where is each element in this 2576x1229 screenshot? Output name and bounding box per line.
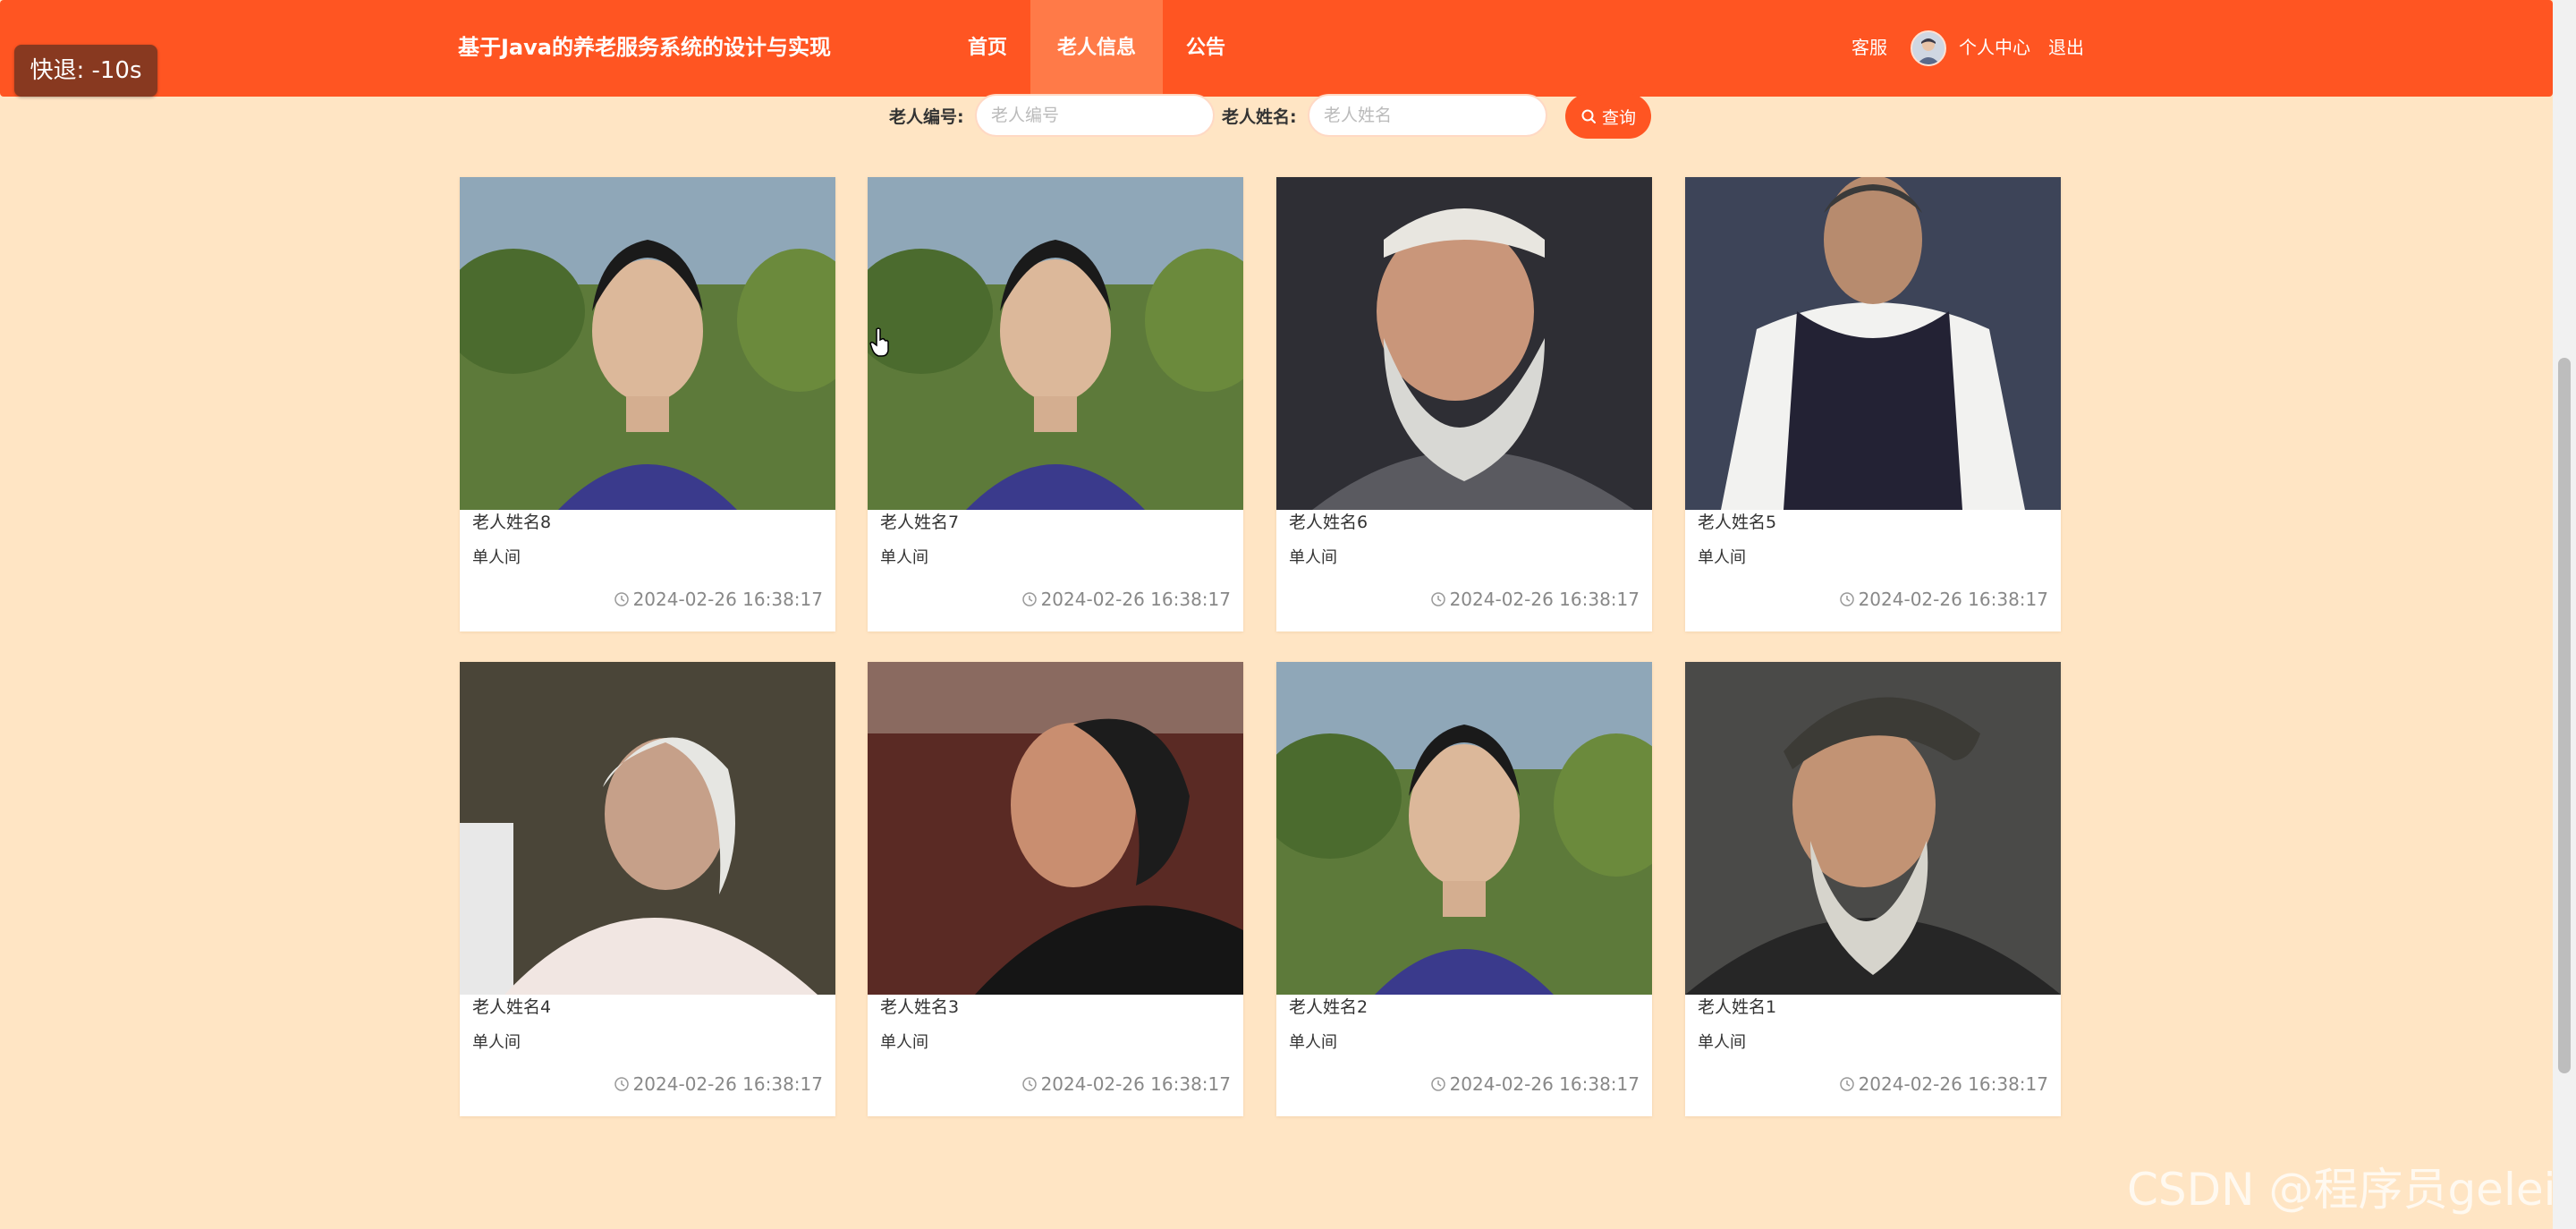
elder-photo-image [1276,662,1652,995]
elder-id-input[interactable] [975,94,1215,137]
vertical-scrollbar[interactable] [2553,0,2576,1229]
clock-icon [614,1077,629,1091]
elder-card[interactable]: 老人姓名1 单人间 2024-02-26 16:38:17 [1685,662,2061,1116]
user-avatar-icon [1912,32,1945,64]
publish-time: 2024-02-26 16:38:17 [1430,589,1640,610]
room-type: 单人间 [880,548,928,567]
publish-time-text: 2024-02-26 16:38:17 [1040,1073,1231,1095]
room-type: 单人间 [472,1033,521,1052]
publish-time-text: 2024-02-26 16:38:17 [1858,1073,2048,1095]
elder-photo-image [1685,662,2061,995]
elder-photo[interactable] [460,662,835,995]
nav-notice[interactable]: 公告 [1179,0,1233,97]
elder-card[interactable]: 老人姓名4 单人间 2024-02-26 16:38:17 [460,662,835,1116]
elder-name: 老人姓名3 [880,997,960,1017]
publish-time: 2024-02-26 16:38:17 [1839,589,2048,610]
elder-name: 老人姓名6 [1289,513,1368,532]
publish-time: 2024-02-26 16:38:17 [614,1073,823,1095]
elder-photo[interactable] [1685,177,2061,510]
elder-name: 老人姓名1 [1698,997,1777,1017]
room-type: 单人间 [472,548,521,567]
elder-name-input[interactable] [1308,94,1547,137]
elder-photo-image [460,662,835,995]
hand-cursor-icon [869,327,889,357]
room-type: 单人间 [1698,1033,1746,1052]
clock-icon [1021,1077,1037,1091]
personal-center-link[interactable]: 个人中心 [1959,32,2030,63]
elder-card[interactable]: 老人姓名3 单人间 2024-02-26 16:38:17 [868,662,1243,1116]
publish-time-text: 2024-02-26 16:38:17 [1040,589,1231,610]
elder-card[interactable]: 老人姓名7 单人间 2024-02-26 16:38:17 [868,177,1243,631]
search-button[interactable]: 查询 [1565,94,1651,139]
site-title[interactable]: 基于Java的养老服务系统的设计与实现 [458,32,831,63]
elder-photo[interactable] [1276,177,1652,510]
elder-name: 老人姓名4 [472,997,552,1017]
elder-photo[interactable] [1276,662,1652,995]
rewind-indicator: 快退: -10s [14,45,157,97]
publish-time: 2024-02-26 16:38:17 [1021,1073,1231,1095]
elder-photo-image [460,177,835,510]
elder-name: 老人姓名8 [472,513,552,532]
publish-time: 2024-02-26 16:38:17 [1839,1073,2048,1095]
scrollbar-thumb[interactable] [2558,358,2571,1073]
clock-icon [614,592,629,606]
elder-name: 老人姓名7 [880,513,960,532]
elder-card[interactable]: 老人姓名8 单人间 2024-02-26 16:38:17 [460,177,835,631]
elder-card[interactable]: 老人姓名6 单人间 2024-02-26 16:38:17 [1276,177,1652,631]
room-type: 单人间 [1289,548,1337,567]
room-type: 单人间 [880,1033,928,1052]
elder-photo[interactable] [868,662,1243,995]
clock-icon [1839,592,1854,606]
publish-time-text: 2024-02-26 16:38:17 [1449,1073,1640,1095]
publish-time-text: 2024-02-26 16:38:17 [632,589,823,610]
publish-time-text: 2024-02-26 16:38:17 [1449,589,1640,610]
room-type: 单人间 [1698,548,1746,567]
elder-card[interactable]: 老人姓名5 单人间 2024-02-26 16:38:17 [1685,177,2061,631]
logout-link[interactable]: 退出 [2048,32,2084,63]
clock-icon [1021,592,1037,606]
elder-photo-image [868,662,1243,995]
elder-id-label: 老人编号: [889,107,964,127]
elder-card[interactable]: 老人姓名2 单人间 2024-02-26 16:38:17 [1276,662,1652,1116]
elder-name-label: 老人姓名: [1222,107,1297,127]
publish-time: 2024-02-26 16:38:17 [1430,1073,1640,1095]
room-type: 单人间 [1289,1033,1337,1052]
watermark: CSDN @程序员gelei [2127,1164,2556,1216]
publish-time: 2024-02-26 16:38:17 [614,589,823,610]
clock-icon [1430,592,1445,606]
elder-name: 老人姓名2 [1289,997,1368,1017]
elder-photo[interactable] [868,177,1243,510]
elder-photo[interactable] [1685,662,2061,995]
nav-elder-info[interactable]: 老人信息 [1030,0,1163,97]
nav-home[interactable]: 首页 [962,0,1013,97]
search-icon [1581,109,1596,123]
customer-service-link[interactable]: 客服 [1852,32,1887,63]
elder-photo[interactable] [460,177,835,510]
elder-photo-image [1276,177,1652,510]
elder-photo-image [868,177,1243,510]
publish-time: 2024-02-26 16:38:17 [1021,589,1231,610]
publish-time-text: 2024-02-26 16:38:17 [1858,589,2048,610]
search-button-label: 查询 [1601,107,1636,128]
clock-icon [1839,1077,1854,1091]
elder-name: 老人姓名5 [1698,513,1777,532]
page: 基于Java的养老服务系统的设计与实现 首页 老人信息 公告 客服 个人中心 退… [0,0,2576,1229]
publish-time-text: 2024-02-26 16:38:17 [632,1073,823,1095]
elder-photo-image [1685,177,2061,510]
avatar[interactable] [1911,30,1946,66]
clock-icon [1430,1077,1445,1091]
top-navbar: 基于Java的养老服务系统的设计与实现 首页 老人信息 公告 客服 个人中心 退… [0,0,2553,97]
